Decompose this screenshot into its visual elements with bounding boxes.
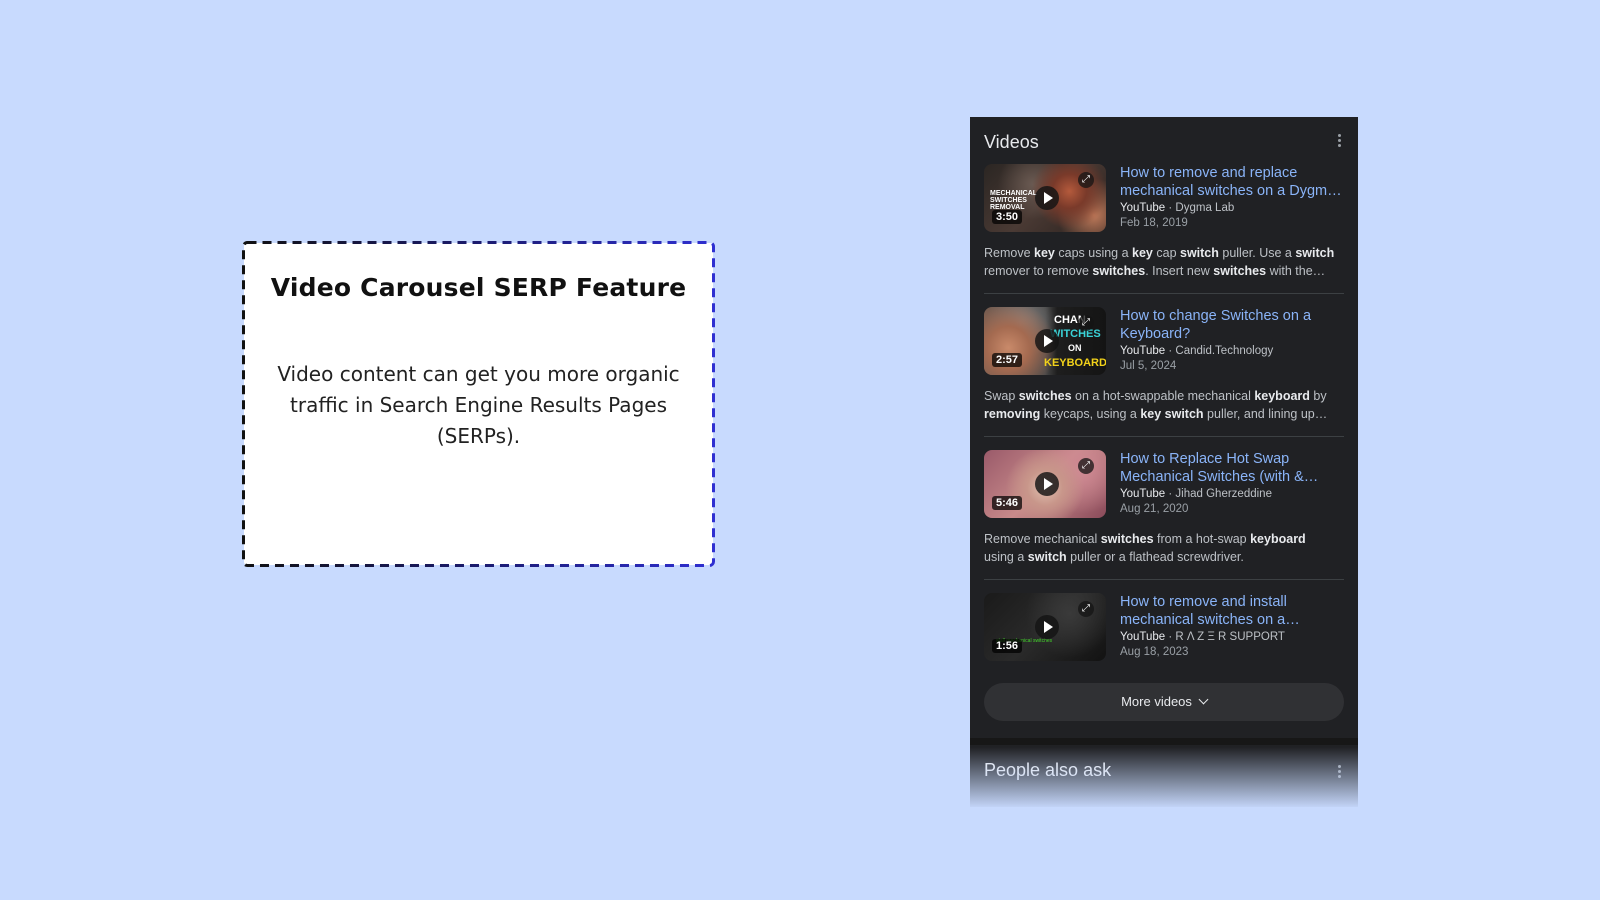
play-icon[interactable] [1035, 329, 1059, 353]
video-duration: 1:56 [992, 639, 1023, 653]
more-videos-button[interactable]: More videos [984, 683, 1344, 721]
play-icon[interactable] [1035, 615, 1059, 639]
video-result: ⤢ 5:46 How to Replace Hot Swap Mechanica… [984, 450, 1344, 580]
thumbnail-caption: KEYBOARD [1044, 357, 1106, 369]
video-date: Aug 18, 2023 [1120, 646, 1189, 658]
video-result: CHAN WITCHES ON KEYBOARD ⤢ 2:57 How to c… [984, 307, 1344, 437]
serp-videos-panel: Videos MECHANICAL SWITCHES REMOVAL ⤢ 3:5… [970, 117, 1358, 807]
video-title-link[interactable]: How to Replace Hot Swap Mechanical Switc… [1120, 450, 1344, 486]
video-title-line: mechanical switches on a Dygm… [1120, 183, 1342, 199]
snippet-line: remover to remove switches. Insert new s… [984, 264, 1326, 278]
video-duration: 2:57 [992, 353, 1023, 367]
people-also-ask-title: People also ask [984, 760, 1112, 780]
video-duration: 3:50 [992, 210, 1023, 224]
expand-icon[interactable]: ⤢ [1078, 601, 1094, 617]
snippet-line: using a switch puller or a flathead scre… [984, 550, 1244, 564]
video-platform: YouTube [1120, 345, 1166, 357]
callout-title: Video Carousel SERP Feature [270, 273, 687, 302]
divider [984, 579, 1344, 580]
kebab-menu-icon[interactable] [1334, 765, 1344, 781]
video-info: How to Replace Hot Swap Mechanical Switc… [1120, 450, 1344, 516]
video-title-line: mechanical switches on a… [1120, 612, 1300, 628]
expand-icon[interactable]: ⤢ [1078, 458, 1094, 474]
video-info: How to remove and install mechanical swi… [1120, 593, 1344, 659]
chevron-down-icon [1198, 694, 1209, 705]
video-thumbnail[interactable]: ⤢ 5:46 [984, 450, 1106, 518]
video-snippet: Swap switches on a hot-swappable mechani… [984, 387, 1344, 423]
thumbnail-caption: ON [1068, 343, 1082, 353]
kebab-menu-icon[interactable] [1334, 134, 1344, 150]
video-thumbnail[interactable]: stall mechanical switches ⤢ 1:56 [984, 593, 1106, 661]
video-platform: YouTube [1120, 631, 1166, 643]
video-channel: · R Λ Z Ξ R SUPPORT [1165, 631, 1285, 643]
video-title-line: How to Replace Hot Swap [1120, 451, 1290, 467]
snippet-line: Swap switches on a hot-swappable mechani… [984, 389, 1327, 403]
video-title-line: Keyboard? [1120, 326, 1191, 342]
video-source: YouTube · R Λ Z Ξ R SUPPORT [1120, 630, 1344, 645]
snippet-line: Remove key caps using a key cap switch p… [984, 246, 1335, 260]
video-snippet: Remove key caps using a key cap switch p… [984, 244, 1344, 280]
videos-header: Videos [984, 129, 1344, 155]
video-snippet: Remove mechanical switches from a hot-sw… [984, 530, 1344, 566]
callout-body: Video content can get you more organic t… [277, 362, 680, 448]
videos-section-title: Videos [984, 132, 1039, 152]
expand-icon[interactable]: ⤢ [1078, 315, 1094, 331]
video-title-line: Mechanical Switches (with &… [1120, 469, 1319, 485]
video-channel: · Dygma Lab [1165, 202, 1235, 214]
video-platform: YouTube [1120, 202, 1166, 214]
video-title-line: How to change Switches on a [1120, 308, 1312, 324]
video-thumbnail[interactable]: MECHANICAL SWITCHES REMOVAL ⤢ 3:50 [984, 164, 1106, 232]
video-thumbnail[interactable]: CHAN WITCHES ON KEYBOARD ⤢ 2:57 [984, 307, 1106, 375]
callout-card: Video Carousel SERP Feature Video conten… [242, 241, 715, 567]
connector-line [712, 384, 972, 388]
snippet-line: Remove mechanical switches from a hot-sw… [984, 532, 1306, 546]
video-result: MECHANICAL SWITCHES REMOVAL ⤢ 3:50 How t… [984, 164, 1344, 294]
expand-icon[interactable]: ⤢ [1078, 172, 1094, 188]
video-source: YouTube · Jihad Gherzeddine [1120, 487, 1344, 502]
video-date: Aug 21, 2020 [1120, 503, 1189, 515]
play-icon[interactable] [1035, 186, 1059, 210]
video-title-link[interactable]: How to remove and install mechanical swi… [1120, 593, 1344, 629]
video-date: Feb 18, 2019 [1120, 217, 1188, 229]
video-result: stall mechanical switches ⤢ 1:56 How to … [984, 593, 1344, 665]
video-title-link[interactable]: How to remove and replace mechanical swi… [1120, 164, 1344, 200]
play-icon[interactable] [1035, 472, 1059, 496]
section-divider [970, 738, 1358, 745]
more-videos-label: More videos [1121, 694, 1192, 709]
snippet-line: removing keycaps, using a key switch pul… [984, 407, 1328, 421]
video-source: YouTube · Dygma Lab [1120, 201, 1344, 216]
video-info: How to change Switches on a Keyboard? Yo… [1120, 307, 1344, 373]
video-title-line: How to remove and install [1120, 594, 1287, 610]
video-date: Jul 5, 2024 [1120, 360, 1177, 372]
video-channel: · Jihad Gherzeddine [1165, 488, 1272, 500]
video-info: How to remove and replace mechanical swi… [1120, 164, 1344, 230]
divider [984, 293, 1344, 294]
thumbnail-caption: MECHANICAL SWITCHES REMOVAL [990, 190, 1037, 211]
video-title-line: How to remove and replace [1120, 165, 1298, 181]
video-duration: 5:46 [992, 496, 1023, 510]
video-source: YouTube · Candid.Technology [1120, 344, 1344, 359]
video-platform: YouTube [1120, 488, 1166, 500]
divider [984, 436, 1344, 437]
video-channel: · Candid.Technology [1165, 345, 1274, 357]
video-title-link[interactable]: How to change Switches on a Keyboard? [1120, 307, 1344, 343]
